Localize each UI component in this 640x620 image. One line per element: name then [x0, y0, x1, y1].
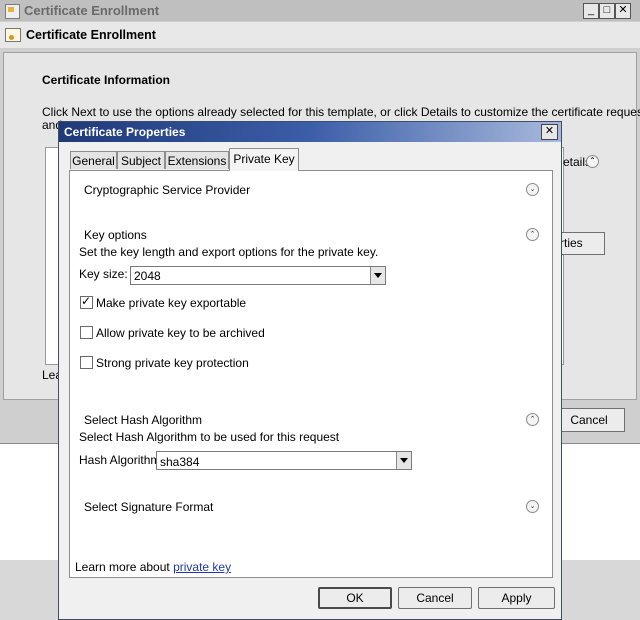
learn-more-text: Learn more about [75, 560, 174, 574]
tab-extensions[interactable]: Extensions [165, 151, 229, 169]
maximize-icon[interactable]: □ [599, 3, 615, 19]
certificate-wizard-icon [5, 28, 21, 42]
key-size-label: Key size: [79, 267, 128, 281]
properties-button[interactable]: rties [560, 232, 605, 255]
apply-button[interactable]: Apply [478, 587, 555, 609]
hash-description: Select Hash Algorithm to be used for thi… [79, 430, 340, 444]
chevron-down-icon[interactable]: ⌄ [526, 183, 539, 196]
chevron-up-icon[interactable]: ⌃ [526, 228, 539, 241]
minimize-icon[interactable]: _ [583, 3, 599, 19]
dropdown-arrow-icon[interactable] [370, 267, 385, 284]
close-icon[interactable]: ✕ [615, 3, 631, 19]
cancel-button-label: Cancel [570, 413, 608, 427]
certificate-app-icon [5, 4, 20, 19]
csp-section-title[interactable]: Cryptographic Service Provider [84, 183, 250, 197]
key-size-value: 2048 [134, 269, 161, 283]
cancel-button[interactable]: Cancel [560, 408, 625, 432]
chevron-down-icon[interactable]: ⌄ [526, 500, 539, 513]
strong-protection-label[interactable]: Strong private key protection [96, 356, 249, 370]
exportable-label[interactable]: Make private key exportable [96, 296, 246, 310]
learn-more-row: Learn more about private key [75, 560, 231, 574]
strong-protection-checkbox[interactable] [80, 356, 93, 369]
hash-algorithm-value: sha384 [160, 455, 200, 469]
hash-algorithm-label: Hash Algorithm: [79, 453, 164, 467]
wizard-title: Certificate Enrollment [26, 28, 156, 42]
chevron-up-icon[interactable]: ⌃ [526, 413, 539, 426]
key-size-select[interactable] [130, 266, 386, 285]
archive-checkbox[interactable] [80, 326, 93, 339]
private-key-link[interactable]: private key [173, 560, 231, 574]
tab-subject[interactable]: Subject [117, 151, 165, 169]
wizard-description: Click Next to use the options already se… [42, 105, 640, 119]
chevron-up-icon[interactable]: ⌃ [586, 155, 599, 168]
signature-section-title[interactable]: Select Signature Format [84, 500, 213, 514]
ok-button[interactable]: OK [318, 587, 392, 609]
close-icon[interactable]: ✕ [541, 124, 558, 140]
section-title: Certificate Information [42, 73, 171, 87]
dropdown-arrow-icon[interactable] [396, 452, 411, 469]
tab-general[interactable]: General [70, 151, 117, 169]
tab-private-key[interactable]: Private Key [229, 148, 299, 171]
key-options-section-title[interactable]: Key options [84, 228, 147, 242]
exportable-checkbox[interactable] [80, 294, 93, 309]
hash-section-title[interactable]: Select Hash Algorithm [84, 413, 202, 427]
background-window-title: Certificate Enrollment [24, 3, 160, 18]
archive-label[interactable]: Allow private key to be archived [96, 326, 265, 340]
dialog-title: Certificate Properties [64, 125, 186, 139]
cancel-button[interactable]: Cancel [398, 587, 472, 609]
key-options-description: Set the key length and export options fo… [79, 245, 379, 259]
